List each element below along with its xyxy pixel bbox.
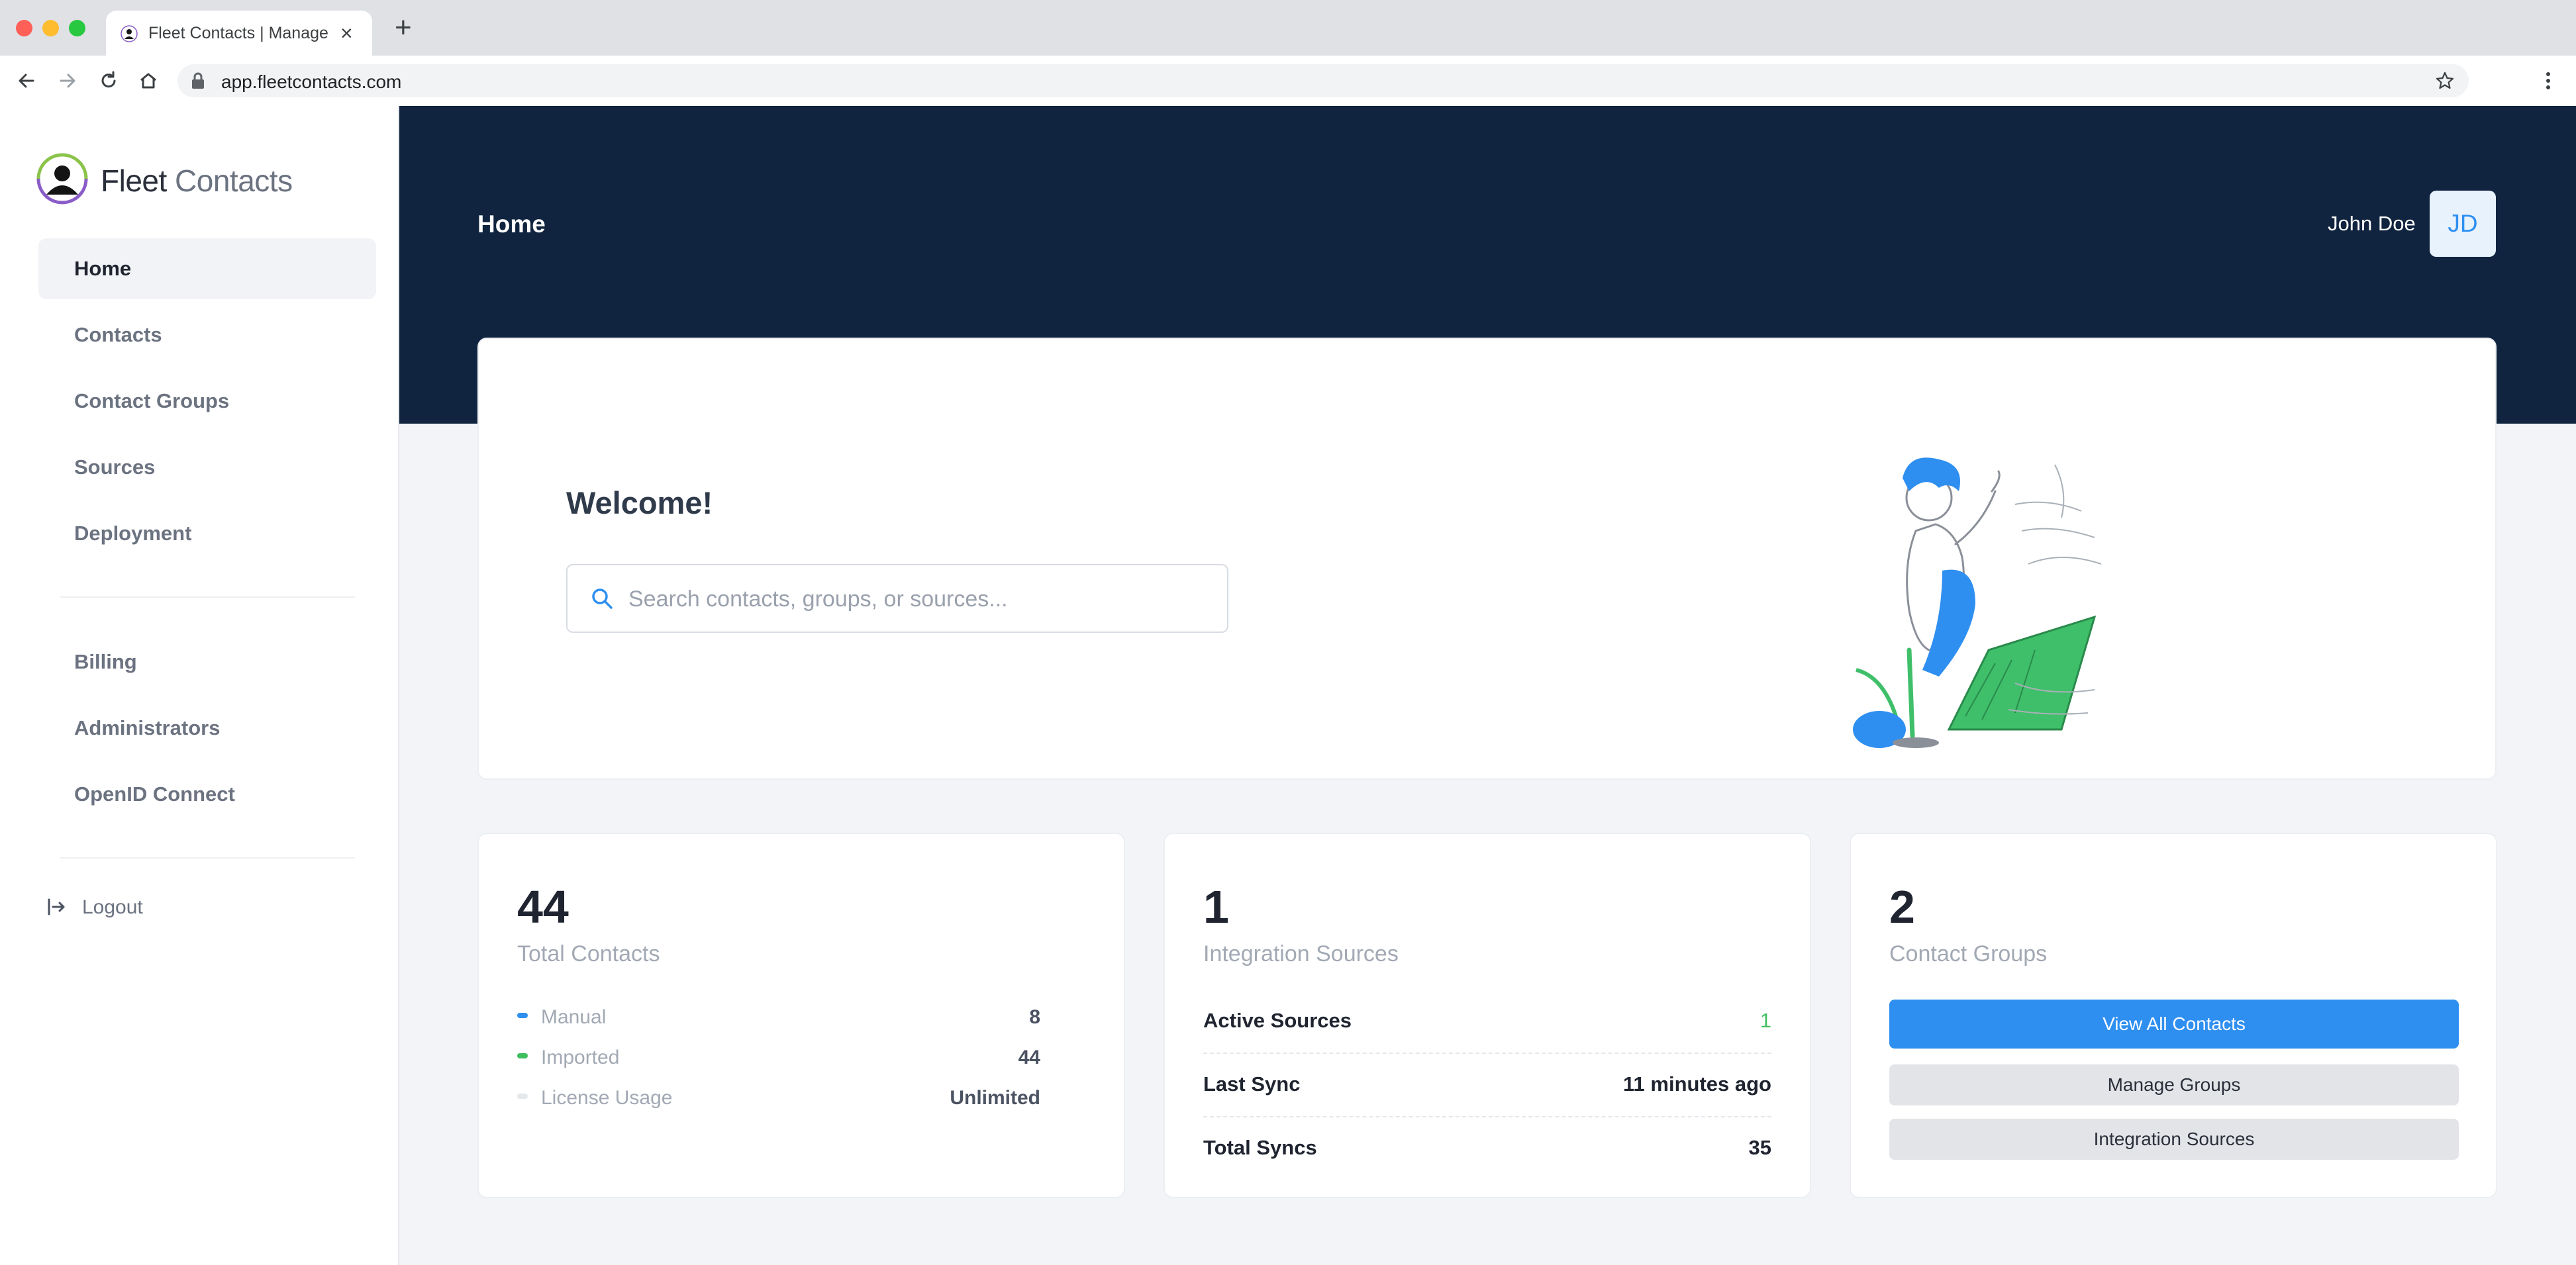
total-contacts-count: 44 — [517, 881, 569, 933]
manual-indicator-icon — [517, 1013, 528, 1018]
browser-tab-strip: Fleet Contacts | Manage × + — [0, 0, 2576, 56]
brand-name-primary: Fleet — [101, 164, 167, 198]
sidebar-item-label: Contacts — [74, 323, 162, 346]
forward-arrow-icon[interactable] — [56, 69, 79, 93]
imported-indicator-icon — [517, 1053, 528, 1058]
sidebar-item-contacts[interactable]: Contacts — [38, 305, 376, 365]
logout-label: Logout — [82, 896, 143, 918]
tab-title: Fleet Contacts | Manage — [148, 24, 328, 42]
active-sources-value: 1 — [1759, 1009, 1771, 1032]
browser-menu-icon[interactable] — [2536, 69, 2560, 93]
url-text: app.fleetcontacts.com — [221, 71, 402, 92]
total-syncs-value: 35 — [1748, 1136, 1771, 1159]
contact-groups-card: 2 Contact Groups View All Contacts Manag… — [1850, 833, 2497, 1198]
sidebar-item-label: Home — [74, 257, 132, 280]
sidebar-divider — [60, 596, 355, 598]
search-icon — [592, 588, 613, 609]
integration-sources-count: 1 — [1203, 881, 1229, 933]
sidebar-item-label: Billing — [74, 650, 137, 673]
total-contacts-card: 44 Total Contacts Manual 8 Imported 44 L… — [477, 833, 1125, 1198]
sidebar-item-billing[interactable]: Billing — [38, 632, 376, 692]
lock-icon — [192, 72, 204, 89]
integration-sources-button[interactable]: Integration Sources — [1889, 1119, 2459, 1160]
kv-label: Active Sources — [1203, 1009, 1352, 1032]
window-zoom-button[interactable] — [69, 20, 85, 36]
fleet-contacts-logo-icon — [36, 153, 88, 205]
total-contacts-label: Total Contacts — [517, 941, 660, 966]
integration-sources-label: Integration Sources — [1203, 941, 1399, 966]
breakdown-row-imported: Imported 44 — [517, 1040, 1040, 1073]
sidebar-item-contact-groups[interactable]: Contact Groups — [38, 371, 376, 432]
address-bar[interactable]: app.fleetcontacts.com — [177, 64, 2469, 97]
sidebar-divider — [60, 857, 355, 859]
breakdown-label: Manual — [541, 1006, 607, 1028]
sidebar-item-deployment[interactable]: Deployment — [38, 503, 376, 564]
contact-groups-label: Contact Groups — [1889, 941, 2048, 966]
logout-button[interactable]: Logout — [46, 887, 245, 927]
logout-icon — [48, 898, 65, 915]
search-box[interactable] — [566, 564, 1228, 633]
window-minimize-button[interactable] — [42, 20, 59, 36]
kv-label: Total Syncs — [1203, 1136, 1317, 1159]
brand-name: Fleet Contacts — [101, 163, 293, 199]
browser-toolbar: app.fleetcontacts.com — [0, 56, 2576, 107]
contact-groups-count: 2 — [1889, 881, 1915, 933]
fleet-contacts-favicon-icon — [121, 25, 138, 42]
new-tab-icon[interactable]: + — [395, 13, 412, 42]
home-icon[interactable] — [136, 69, 160, 93]
sidebar-item-label: Administrators — [74, 716, 221, 739]
breakdown-value: 8 — [1029, 1006, 1040, 1028]
active-sources-row: Active Sources 1 — [1203, 990, 1771, 1054]
sidebar-item-label: Deployment — [74, 522, 192, 545]
reload-icon[interactable] — [97, 69, 121, 93]
tab-close-icon[interactable]: × — [340, 20, 353, 46]
person-with-laptop-illustration-icon — [1853, 457, 2102, 748]
breakdown-row-manual: Manual 8 — [517, 1000, 1040, 1033]
welcome-title: Welcome! — [566, 485, 713, 520]
page-title: Home — [477, 211, 546, 238]
license-indicator-icon — [517, 1094, 528, 1099]
sidebar-item-home[interactable]: Home — [38, 238, 376, 299]
breakdown-row-license-usage: License Usage Unlimited — [517, 1080, 1040, 1113]
sidebar-item-openid-connect[interactable]: OpenID Connect — [38, 764, 376, 825]
window-close-button[interactable] — [16, 20, 32, 36]
breakdown-value: 44 — [1018, 1047, 1040, 1068]
manage-groups-button[interactable]: Manage Groups — [1889, 1064, 2459, 1105]
avatar[interactable]: JD — [2430, 191, 2496, 257]
sidebar-item-administrators[interactable]: Administrators — [38, 698, 376, 759]
browser-tab[interactable]: Fleet Contacts | Manage × — [106, 11, 372, 56]
kv-label: Last Sync — [1203, 1072, 1301, 1096]
welcome-card: Welcome! — [477, 338, 2497, 780]
integration-sources-card: 1 Integration Sources Active Sources 1 L… — [1164, 833, 1811, 1198]
sidebar-item-label: Contact Groups — [74, 389, 230, 412]
user-name[interactable]: John Doe — [2328, 212, 2416, 236]
search-input[interactable] — [627, 580, 1213, 618]
sidebar-item-label: Sources — [74, 455, 156, 479]
sidebar-item-sources[interactable]: Sources — [38, 437, 376, 498]
sidebar: Fleet Contacts Home Contacts Contact Gro… — [0, 106, 399, 1265]
bookmark-star-icon[interactable] — [2434, 70, 2455, 91]
breakdown-value: Unlimited — [950, 1087, 1040, 1109]
last-sync-value: 11 minutes ago — [1623, 1072, 1771, 1096]
last-sync-row: Last Sync 11 minutes ago — [1203, 1054, 1771, 1117]
breakdown-label: Imported — [541, 1047, 620, 1068]
view-all-contacts-button[interactable]: View All Contacts — [1889, 1000, 2459, 1049]
sidebar-item-label: OpenID Connect — [74, 782, 235, 806]
breakdown-label: License Usage — [541, 1087, 673, 1109]
back-arrow-icon[interactable] — [15, 69, 38, 93]
brand-name-secondary: Contacts — [175, 164, 293, 198]
total-syncs-row: Total Syncs 35 — [1203, 1117, 1771, 1181]
